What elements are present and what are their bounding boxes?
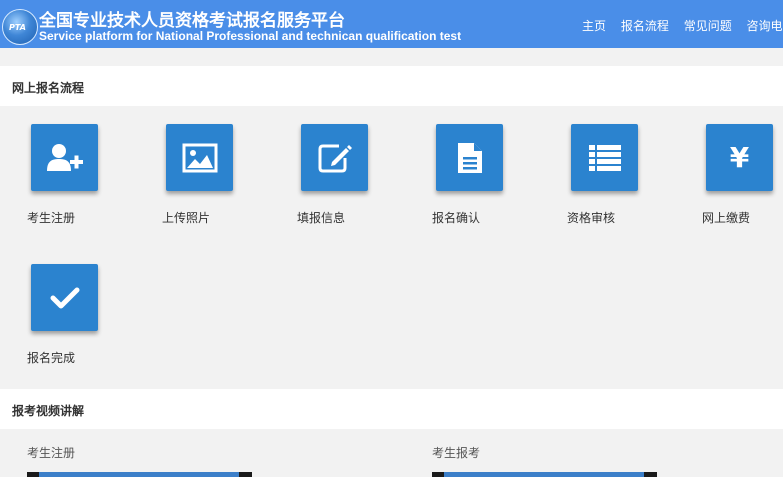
list-icon	[588, 144, 621, 171]
step-register[interactable]: 考生注册	[27, 124, 101, 225]
step-complete-label: 报名完成	[27, 351, 76, 365]
step-review[interactable]: 资格审核	[567, 124, 641, 225]
nav-faq[interactable]: 常见问题	[684, 19, 732, 33]
step-fill-info-tile[interactable]	[301, 124, 368, 191]
top-nav: 主页 报名流程 常见问题 咨询电话	[582, 17, 783, 34]
step-payment-tile[interactable]: ¥	[706, 124, 773, 191]
step-fill-info-label: 填报信息	[297, 211, 346, 225]
step-review-label: 资格审核	[567, 211, 616, 225]
nav-phone[interactable]: 咨询电话	[747, 19, 783, 33]
site-title: 全国专业技术人员资格考试报名服务平台	[39, 11, 345, 31]
step-fill-info[interactable]: 填报信息	[297, 124, 371, 225]
step-complete-tile[interactable]	[31, 264, 98, 331]
nav-process[interactable]: 报名流程	[621, 19, 669, 33]
logo-text: PTA	[9, 23, 26, 32]
video-label-register: 考生注册	[27, 446, 76, 460]
step-payment[interactable]: ¥ 网上缴费	[702, 124, 776, 225]
video-frame	[39, 472, 239, 477]
step-register-tile[interactable]	[31, 124, 98, 191]
add-user-icon	[46, 143, 83, 171]
step-register-label: 考生注册	[27, 211, 76, 225]
check-icon	[50, 287, 79, 308]
step-complete[interactable]: 报名完成	[27, 264, 101, 365]
step-confirm-label: 报名确认	[432, 211, 481, 225]
header: PTA 全国专业技术人员资格考试报名服务平台 Service platform …	[0, 0, 783, 48]
edit-icon	[318, 144, 352, 172]
step-confirm[interactable]: 报名确认	[432, 124, 506, 225]
yen-icon: ¥	[729, 141, 750, 174]
video-section-title: 报考视频讲解	[12, 404, 85, 418]
image-icon	[182, 143, 217, 172]
document-icon	[457, 142, 482, 173]
video-player-apply[interactable]	[432, 472, 657, 477]
nav-home[interactable]: 主页	[582, 19, 606, 33]
video-section-header: 报考视频讲解	[0, 389, 783, 429]
video-player-register[interactable]	[27, 472, 252, 477]
step-upload-photo-tile[interactable]	[166, 124, 233, 191]
step-review-tile[interactable]	[571, 124, 638, 191]
step-confirm-tile[interactable]	[436, 124, 503, 191]
video-frame	[444, 472, 644, 477]
step-upload-photo[interactable]: 上传照片	[162, 124, 236, 225]
step-upload-photo-label: 上传照片	[162, 211, 211, 225]
video-label-apply: 考生报考	[432, 446, 481, 460]
site-subtitle: Service platform for National Profession…	[39, 29, 462, 43]
process-section-title: 网上报名流程	[12, 81, 85, 95]
process-section-header: 网上报名流程	[0, 66, 783, 106]
step-payment-label: 网上缴费	[702, 211, 751, 225]
pta-logo[interactable]: PTA	[2, 9, 38, 45]
